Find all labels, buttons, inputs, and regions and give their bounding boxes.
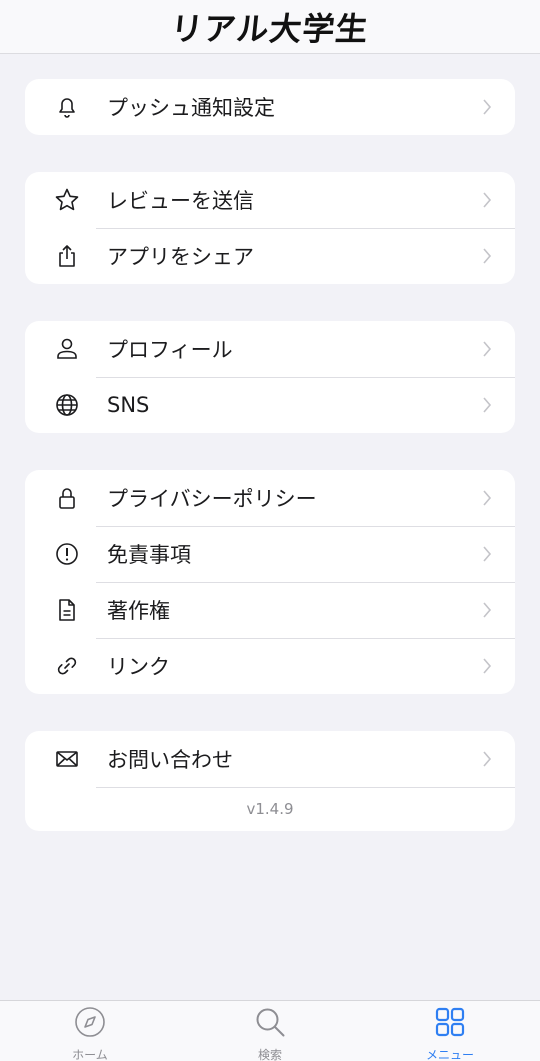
chevron-right-icon bbox=[481, 656, 493, 676]
chevron-right-icon bbox=[481, 97, 493, 117]
chevron-right-icon bbox=[481, 600, 493, 620]
link-icon bbox=[53, 652, 81, 680]
menu-item-sns[interactable]: SNS bbox=[25, 377, 515, 433]
chevron-right-icon bbox=[481, 749, 493, 769]
app-header: リアル大学生 bbox=[0, 0, 540, 54]
menu-item-copyright[interactable]: 著作権 bbox=[25, 582, 515, 638]
chevron-right-icon bbox=[481, 190, 493, 210]
menu-item-label: リンク bbox=[107, 655, 170, 679]
tab-label: ホーム bbox=[72, 1048, 108, 1061]
menu-item-label: お問い合わせ bbox=[107, 748, 233, 772]
menu-item-share-app[interactable]: アプリをシェア bbox=[25, 228, 515, 284]
menu-item-label: レビューを送信 bbox=[107, 189, 254, 213]
tab-home[interactable]: ホーム bbox=[0, 1001, 180, 1061]
lock-icon bbox=[53, 484, 81, 512]
menu-item-privacy-policy[interactable]: プライバシーポリシー bbox=[25, 470, 515, 526]
menu-item-label: アプリをシェア bbox=[107, 245, 254, 269]
tab-bar: ホーム 検索 メニュー bbox=[0, 1000, 540, 1061]
menu-item-links[interactable]: リンク bbox=[25, 638, 515, 694]
document-icon bbox=[53, 596, 81, 624]
exclamation-circle-icon bbox=[53, 540, 81, 568]
envelope-icon bbox=[53, 745, 81, 773]
magnifier-icon bbox=[253, 1005, 287, 1043]
settings-group-notifications: プッシュ通知設定 bbox=[25, 79, 515, 135]
chevron-right-icon bbox=[481, 488, 493, 508]
app-version: v1.4.9 bbox=[25, 787, 515, 831]
menu-item-send-review[interactable]: レビューを送信 bbox=[25, 172, 515, 228]
grid-icon bbox=[433, 1005, 467, 1043]
menu-item-label: 著作権 bbox=[107, 599, 170, 623]
menu-item-label: 免責事項 bbox=[107, 543, 191, 567]
person-icon bbox=[53, 335, 81, 363]
menu-item-label: プライバシーポリシー bbox=[107, 487, 317, 511]
menu-item-contact[interactable]: お問い合わせ bbox=[25, 731, 515, 787]
tab-label: 検索 bbox=[257, 1048, 282, 1061]
app-title: リアル大学生 bbox=[168, 9, 371, 48]
settings-group-contact: お問い合わせ v1.4.9 bbox=[25, 731, 515, 831]
settings-group-profile: プロフィール SNS bbox=[25, 321, 515, 433]
settings-group-legal: プライバシーポリシー 免責事項 著作権 リンク bbox=[25, 470, 515, 694]
compass-icon bbox=[73, 1005, 107, 1043]
tab-search[interactable]: 検索 bbox=[180, 1001, 360, 1061]
tab-menu[interactable]: メニュー bbox=[360, 1001, 540, 1061]
chevron-right-icon bbox=[481, 246, 493, 266]
menu-item-disclaimer[interactable]: 免責事項 bbox=[25, 526, 515, 582]
bell-icon bbox=[53, 93, 81, 121]
settings-group-share: レビューを送信 アプリをシェア bbox=[25, 172, 515, 284]
chevron-right-icon bbox=[481, 339, 493, 359]
menu-item-label: プロフィール bbox=[107, 338, 233, 362]
star-icon bbox=[53, 186, 81, 214]
menu-item-label: プッシュ通知設定 bbox=[107, 96, 275, 120]
chevron-right-icon bbox=[481, 544, 493, 564]
tab-label: メニュー bbox=[425, 1048, 474, 1061]
globe-icon bbox=[53, 391, 81, 419]
menu-item-label: SNS bbox=[107, 393, 150, 417]
chevron-right-icon bbox=[481, 395, 493, 415]
menu-item-profile[interactable]: プロフィール bbox=[25, 321, 515, 377]
share-icon bbox=[53, 242, 81, 270]
menu-item-push-notifications[interactable]: プッシュ通知設定 bbox=[25, 79, 515, 135]
